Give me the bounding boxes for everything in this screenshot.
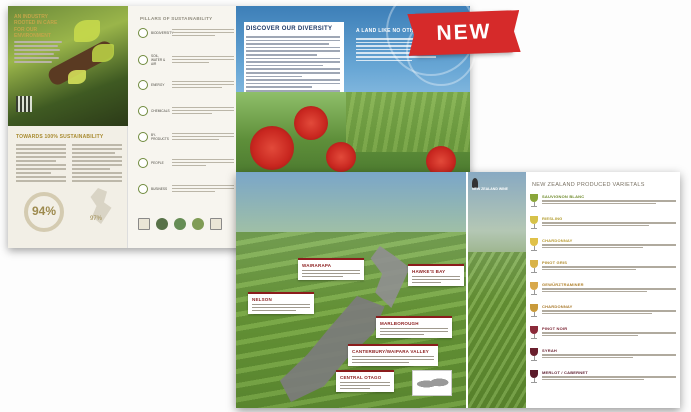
pillar-row: BUSINESS: [138, 184, 234, 194]
varietal-name: RIESLING: [542, 216, 563, 221]
flower: [250, 126, 294, 170]
pillar-row: SOIL, WATER & AIR: [138, 54, 234, 66]
pillar-label: BY-PRODUCTS: [151, 133, 169, 141]
certification-logo: [174, 218, 186, 230]
varietal-item: PINOT NOIR: [530, 326, 676, 346]
varietal-item: CHARDONNAY: [530, 304, 676, 324]
recycle-icon: [138, 132, 148, 142]
pillar-label: BIODIVERSITY: [151, 31, 174, 35]
stat-donut: 94%: [24, 192, 64, 232]
varietal-name: MERLOT / CABERNET: [542, 370, 588, 375]
pillar-label: ENERGY: [151, 83, 165, 87]
wine-glass-icon: [530, 260, 538, 274]
discover-title: DISCOVER OUR DIVERSITY: [246, 26, 333, 32]
pillar-row: BIODIVERSITY: [138, 28, 234, 38]
pillar-label: SOIL, WATER & AIR: [151, 54, 166, 66]
certification-logo: [138, 218, 150, 230]
varietal-name: PINOT NOIR: [542, 326, 568, 331]
region-central-otago: CENTRAL OTAGO: [336, 370, 394, 392]
pillar-row: PEOPLE: [138, 158, 234, 168]
varietal-item: GEWÜRZTRAMINER: [530, 282, 676, 302]
brochure-showcase: AN INDUSTRY ROOTED IN CARE FOR OUR ENVIR…: [0, 0, 691, 412]
flower: [294, 106, 328, 140]
region-nelson: NELSON: [248, 292, 314, 314]
pillar-label: CHEMICALS: [151, 109, 170, 113]
stat-secondary: 97%: [90, 216, 103, 222]
varietal-item: MERLOT / CABERNET: [530, 370, 676, 390]
biodiversity-icon: [138, 28, 148, 38]
region-name: MARLBOROUGH: [380, 321, 419, 326]
region-name: HAWKE'S BAY: [412, 269, 446, 274]
wine-glass-icon: [530, 282, 538, 296]
varietal-name: SAUVIGNON BLANC: [542, 194, 585, 199]
nzw-bottom-logo: NEW ZEALAND WINE: [472, 178, 526, 198]
vineyard-photo: [468, 172, 526, 408]
certification-logo: [192, 218, 204, 230]
map-panel: WAIRARAPA HAWKE'S BAY NELSON MARLBOROUGH…: [236, 172, 466, 408]
varietal-item: RIESLING: [530, 216, 676, 236]
vineyard-rows: [346, 92, 470, 152]
varietal-name: GEWÜRZTRAMINER: [542, 282, 584, 287]
vine-leaf: [92, 44, 114, 62]
brochure-left-panel: AN INDUSTRY ROOTED IN CARE FOR OUR ENVIR…: [8, 6, 128, 248]
varietal-name: PINOT GRIS: [542, 260, 568, 265]
stat-primary: 94%: [31, 204, 57, 218]
wine-glass-icon: [530, 370, 538, 384]
left-panel-heading: AN INDUSTRY ROOTED IN CARE FOR OUR ENVIR…: [14, 14, 58, 39]
flower: [326, 142, 356, 172]
pillars-title: PILLARS OF SUSTAINABILITY: [140, 16, 213, 21]
certification-logo: [210, 218, 222, 230]
wine-glass-icon: [530, 238, 538, 252]
region-name: CANTERBURY/WAIPARA VALLEY: [352, 349, 429, 354]
wine-glass-icon: [530, 348, 538, 362]
region-name: NELSON: [252, 297, 272, 302]
pillar-label: PEOPLE: [151, 161, 164, 165]
varietal-name: CHARDONNAY: [542, 304, 573, 309]
pillar-row: CHEMICALS: [138, 106, 234, 116]
landlike-title: A LAND LIKE NO OTHER: [356, 28, 422, 34]
varietal-item: CHARDONNAY: [530, 238, 676, 258]
varietal-item: PINOT GRIS: [530, 260, 676, 280]
region-marlborough: MARLBOROUGH: [376, 316, 452, 338]
vine-leaf: [74, 20, 100, 42]
varietals-panel: NEW ZEALAND WINE NEW ZEALAND PRODUCED VA…: [468, 172, 680, 408]
sustainability-body: [16, 144, 122, 184]
qr-code-icon: [16, 96, 32, 112]
people-icon: [138, 158, 148, 168]
business-icon: [138, 184, 148, 194]
varietal-name: SYRAH: [542, 348, 558, 353]
world-map-inset: [412, 370, 452, 396]
region-wairarapa: WAIRARAPA: [298, 258, 364, 280]
region-canterbury: CANTERBURY/WAIPARA VALLEY: [348, 344, 438, 366]
sustainability-title: TOWARDS 100% SUSTAINABILITY: [16, 134, 104, 140]
water-icon: [138, 55, 148, 65]
new-badge: NEW: [415, 10, 513, 56]
certification-logos: [138, 218, 222, 230]
certification-logo: [156, 218, 168, 230]
pillar-label: BUSINESS: [151, 187, 168, 191]
nzw-logo-text: NEW ZEALAND WINE: [472, 187, 508, 191]
varietals-title: NEW ZEALAND PRODUCED VARIETALS: [532, 182, 645, 188]
regions-brochure: WAIRARAPA HAWKE'S BAY NELSON MARLBOROUGH…: [236, 172, 680, 408]
chemicals-icon: [138, 106, 148, 116]
pillar-row: BY-PRODUCTS: [138, 132, 234, 142]
pillar-row: ENERGY: [138, 80, 234, 90]
varietal-item: SAUVIGNON BLANC: [530, 194, 676, 214]
energy-icon: [138, 80, 148, 90]
vine-leaf: [68, 70, 86, 84]
wine-glass-icon: [530, 194, 538, 208]
wine-glass-icon: [530, 216, 538, 230]
wine-glass-icon: [530, 326, 538, 340]
pillars-panel: PILLARS OF SUSTAINABILITY BIODIVERSITY S…: [130, 6, 236, 248]
region-name: WAIRARAPA: [302, 263, 332, 268]
left-panel-intro: AN INDUSTRY ROOTED IN CARE FOR OUR ENVIR…: [14, 14, 64, 63]
wine-glass-icon: [530, 304, 538, 318]
varietal-name: CHARDONNAY: [542, 238, 573, 243]
left-panel-body: [14, 41, 64, 63]
varietal-item: SYRAH: [530, 348, 676, 368]
region-name: CENTRAL OTAGO: [340, 375, 382, 380]
region-hawkes-bay: HAWKE'S BAY: [408, 264, 464, 286]
discover-body: [246, 36, 340, 97]
